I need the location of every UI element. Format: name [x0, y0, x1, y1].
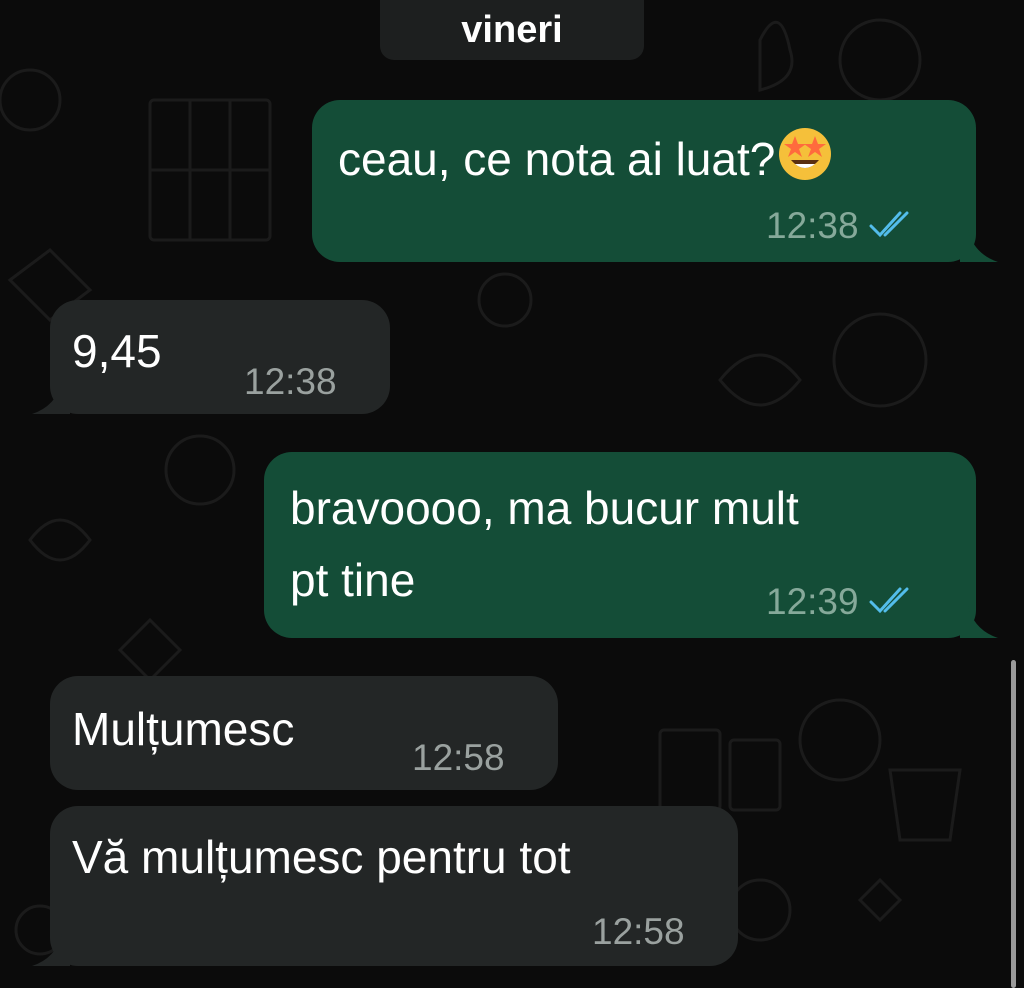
bubble-tail — [960, 606, 998, 638]
star-struck-emoji-icon — [777, 126, 833, 199]
message-text: 9,45 — [72, 325, 162, 377]
bubble-tail — [32, 382, 70, 414]
message-time: 12:58 — [592, 911, 685, 952]
double-check-read-icon — [869, 208, 915, 248]
message-bubble-incoming[interactable]: 9,45 12:38 — [50, 300, 390, 414]
message-bubble-incoming[interactable]: Mulțumesc 12:58 — [50, 676, 558, 790]
message-meta: 12:38 — [766, 206, 915, 248]
message-time: 12:38 — [766, 205, 859, 246]
message-time: 12:58 — [412, 737, 505, 778]
scrollbar[interactable] — [1011, 660, 1016, 988]
double-check-read-icon — [869, 584, 915, 624]
message-bubble-incoming[interactable]: Vă mulțumesc pentru tot 12:58 — [50, 806, 738, 966]
message-meta: 12:39 — [766, 582, 915, 624]
bubble-tail — [960, 230, 998, 262]
message-text: bravoooo, ma bucur mult pt tine — [290, 472, 799, 616]
message-line: pt tine — [290, 554, 416, 606]
message-bubble-outgoing[interactable]: bravoooo, ma bucur mult pt tine 12:39 — [264, 452, 976, 638]
message-line: bravoooo, ma bucur mult — [290, 482, 799, 534]
message-text: Mulțumesc — [72, 703, 295, 755]
message-time: 12:38 — [244, 361, 337, 402]
bubble-tail — [32, 934, 70, 966]
message-text: ceau, ce nota ai luat? — [338, 126, 833, 199]
date-separator: vineri — [380, 0, 644, 60]
message-time: 12:39 — [766, 581, 859, 622]
message-bubble-outgoing[interactable]: ceau, ce nota ai luat? 12:38 — [312, 100, 976, 262]
message-text: Vă mulțumesc pentru tot — [72, 831, 571, 883]
